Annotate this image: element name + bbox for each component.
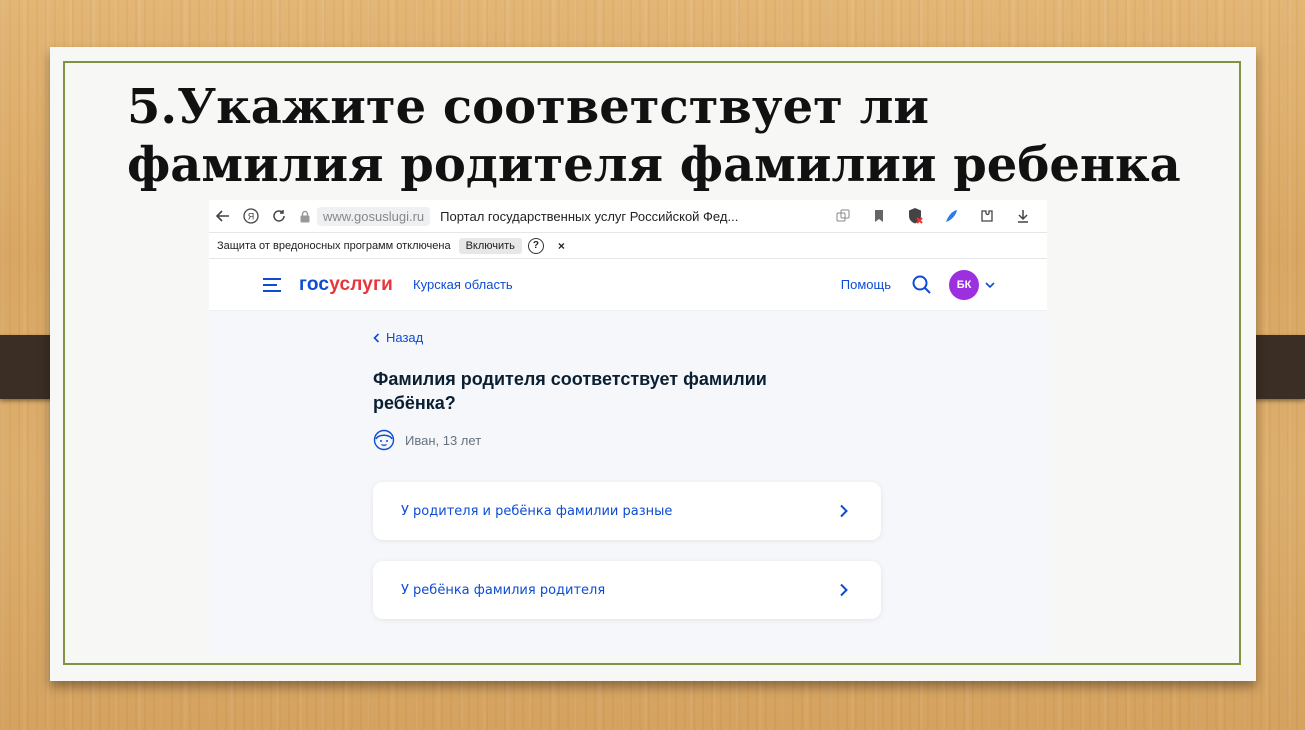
address-bar[interactable]: www.gosuslugi.ru <box>299 206 431 226</box>
enable-button[interactable]: Включить <box>458 237 522 254</box>
option-different-surnames[interactable]: У родителя и ребёнка фамилии разные <box>373 482 881 540</box>
option-same-surname[interactable]: У ребёнка фамилия родителя <box>373 561 881 619</box>
option-label: У родителя и ребёнка фамилии разные <box>401 503 673 519</box>
child-info: Иван, 13 лет <box>373 429 833 451</box>
lock-icon <box>300 210 310 222</box>
url-domain: www.gosuslugi.ru <box>317 206 431 226</box>
avatar[interactable]: БК <box>949 269 979 300</box>
help-link[interactable]: Помощь <box>841 277 891 292</box>
feather-icon[interactable] <box>937 204 965 228</box>
site-header: госуслуги Курская область Помощь БК <box>209 259 1047 311</box>
region-selector[interactable]: Курская область <box>413 277 513 292</box>
child-icon <box>373 429 395 451</box>
slide-title-line-1: 5.Укажите соответствует ли <box>127 79 930 135</box>
back-link[interactable]: Назад <box>373 330 833 345</box>
reload-icon[interactable] <box>265 204 293 228</box>
back-arrow-icon[interactable] <box>209 204 237 228</box>
form-content: Назад Фамилия родителя соответствует фам… <box>373 330 833 451</box>
tabs-icon[interactable] <box>829 204 857 228</box>
option-label: У ребёнка фамилия родителя <box>401 582 606 598</box>
chevron-right-icon <box>840 583 848 597</box>
logo-part-gos: гос <box>299 273 330 295</box>
download-icon[interactable] <box>1009 204 1037 228</box>
chevron-down-icon[interactable] <box>985 278 995 292</box>
chevron-right-icon <box>840 504 848 518</box>
browser-screenshot: Я www.gosuslugi.ru Портал государственны… <box>209 200 1047 655</box>
yandex-icon[interactable]: Я <box>237 204 265 228</box>
infobar-text: Защита от вредоносных программ отключена <box>217 239 451 252</box>
help-circle-icon[interactable]: ? <box>527 237 544 254</box>
search-icon[interactable] <box>911 274 933 296</box>
shield-icon[interactable] <box>901 204 929 228</box>
child-label: Иван, 13 лет <box>405 432 482 448</box>
bookmark-icon[interactable] <box>865 204 893 228</box>
page-title: Портал государственных услуг Российской … <box>440 208 739 224</box>
browser-toolbar: Я www.gosuslugi.ru Портал государственны… <box>209 200 1047 232</box>
logo-part-uslugi: услуги <box>329 273 394 295</box>
chevron-left-icon <box>373 332 380 343</box>
close-icon[interactable]: × <box>558 239 565 253</box>
extensions-icon[interactable] <box>973 204 1001 228</box>
slide-title-line-2: фамилия родителя фамилии ребенка <box>127 137 1181 193</box>
security-infobar: Защита от вредоносных программ отключена… <box>209 232 1047 259</box>
back-label: Назад <box>386 330 424 345</box>
question-title: Фамилия родителя соответствует фамилии р… <box>373 369 767 413</box>
svg-text:Я: Я <box>248 212 255 222</box>
menu-icon[interactable] <box>263 277 281 292</box>
gosuslugi-logo[interactable]: госуслуги <box>299 274 393 296</box>
slide-title: 5.Укажите соответствует ли фамилия родит… <box>127 78 1181 194</box>
